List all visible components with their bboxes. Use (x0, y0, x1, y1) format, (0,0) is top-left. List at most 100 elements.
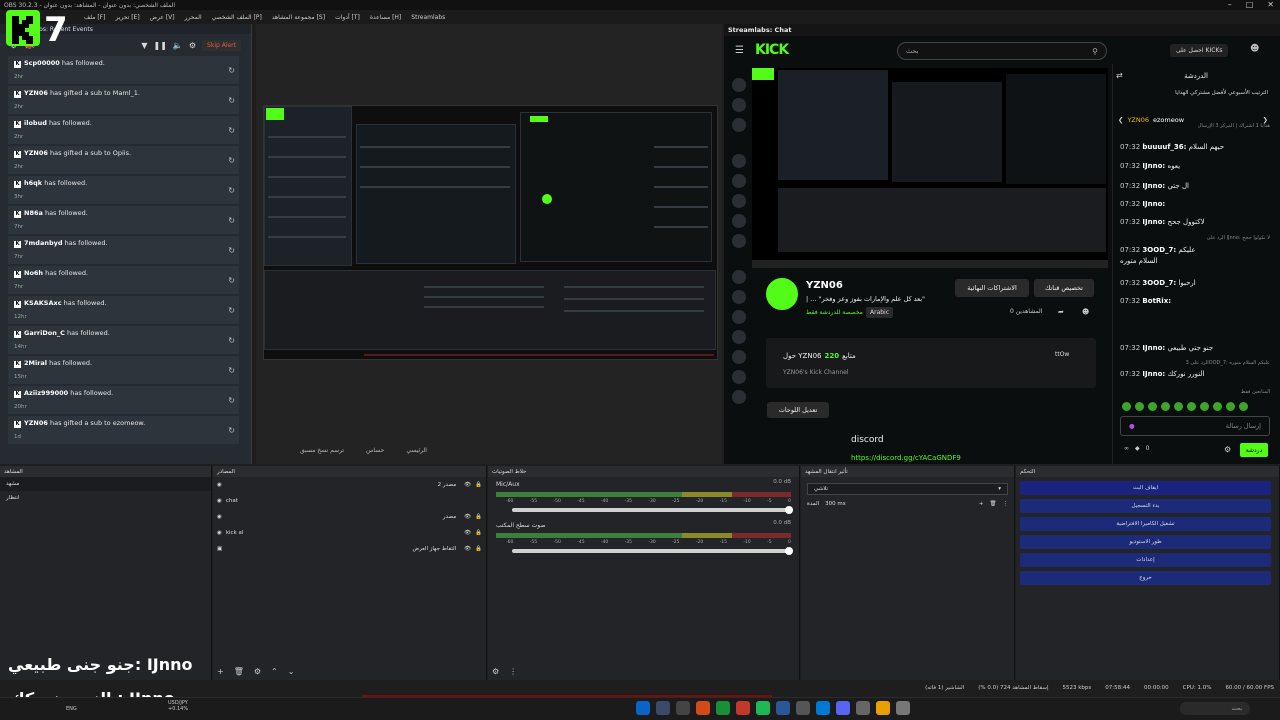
chat-user[interactable]: IJnno: (1142, 218, 1165, 226)
points-icon[interactable]: ◆ (1135, 445, 1140, 452)
settings-button[interactable]: إعدادات (1020, 553, 1271, 567)
language-indicator[interactable]: ENG (66, 706, 77, 712)
kick-logo[interactable]: KICK (755, 42, 789, 58)
menu-profile[interactable]: الملف الشخصي [P] (212, 14, 262, 21)
start-recording-button[interactable]: بدء التسجيل (1020, 499, 1271, 513)
replay-icon[interactable]: ↻ (228, 126, 235, 135)
taskbar-search[interactable]: بحث (1180, 702, 1250, 715)
chat-user[interactable]: BotRix: (1142, 297, 1171, 305)
chat-user[interactable]: IJnno: (1142, 182, 1165, 190)
folder-icon[interactable] (876, 701, 890, 715)
menu-view[interactable]: عرض [V] (150, 14, 175, 21)
chat-message[interactable]: 07:32 IJnno: جنو جتي طبيعي (1120, 344, 1270, 352)
player-controls[interactable] (752, 260, 1108, 268)
person-icon[interactable]: ☻ (1082, 308, 1089, 316)
menu-tools[interactable]: أدوات [T] (335, 14, 360, 21)
replay-icon[interactable]: ↻ (228, 66, 235, 75)
mixer-settings-icon[interactable]: ⚙ (492, 667, 499, 676)
menu-dots-icon[interactable]: ⋮ (509, 667, 517, 676)
visibility-icon[interactable]: 👁 (464, 514, 471, 520)
channel-avatar-icon[interactable] (732, 370, 746, 384)
obs-icon[interactable] (676, 701, 690, 715)
menu-dots-icon[interactable]: ⋮ (1003, 501, 1009, 507)
discord-icon[interactable] (836, 701, 850, 715)
chat-settings-icon[interactable]: ⚙ (1224, 445, 1231, 454)
steam-icon[interactable] (656, 701, 670, 715)
app-icon[interactable] (896, 701, 910, 715)
emoji-icon[interactable]: ● (1129, 422, 1135, 430)
lock-icon[interactable]: 🔒 (475, 546, 482, 552)
transition-select[interactable]: تلاشي ▾ (807, 483, 1008, 495)
channel-avatar-icon[interactable] (732, 330, 746, 344)
channel-avatar[interactable] (766, 278, 798, 310)
replay-icon[interactable]: ↻ (228, 396, 235, 405)
chat-message[interactable]: 07:32 IJnno: ال جتي (1120, 182, 1270, 190)
source-item[interactable]: ▣ التقاط جهاز العرض 👁 🔒 (213, 541, 486, 557)
volume-slider[interactable] (512, 547, 793, 555)
skip-alert-button[interactable]: Skip Alert (202, 39, 241, 51)
chat-user[interactable]: IJnno: (1142, 200, 1165, 208)
app-icon[interactable] (796, 701, 810, 715)
menu-edit[interactable]: تحرير [E] (115, 14, 139, 21)
channel-category[interactable]: مخصصة للدردشة فقط (806, 309, 863, 316)
app-icon[interactable] (856, 701, 870, 715)
lock-icon[interactable]: 🔒 (475, 530, 482, 536)
user-icon[interactable]: ☻ (1250, 44, 1259, 54)
spotify-icon[interactable] (756, 701, 770, 715)
chat-input[interactable]: ● إرسال رسالة (1120, 416, 1270, 436)
channel-avatar-icon[interactable] (732, 174, 746, 188)
pause-icon[interactable]: ❚❚ (154, 41, 167, 50)
up-icon[interactable]: ⌃ (271, 667, 278, 676)
emote-icon[interactable] (1148, 401, 1157, 411)
home-icon[interactable] (732, 78, 746, 92)
trash-icon[interactable]: 🗑 (234, 667, 244, 676)
channel-name[interactable]: YZN06 (806, 280, 843, 291)
chat-message[interactable]: 07:32 IJnno: (1120, 200, 1270, 208)
app-icon[interactable] (776, 701, 790, 715)
subscriptions-button[interactable]: الاشتراكات النهائية (955, 279, 1029, 297)
tiktok-link[interactable]: ttOw (1055, 351, 1069, 358)
emote-icon[interactable] (1200, 401, 1209, 411)
stream-player[interactable] (752, 68, 1108, 268)
emote-icon[interactable] (1122, 401, 1131, 411)
add-transition-icon[interactable]: + (979, 501, 984, 507)
menu-scene-collection[interactable]: مجموعة المشاهد [S] (272, 14, 325, 21)
emote-icon[interactable] (1174, 401, 1183, 411)
channel-avatar-icon[interactable] (732, 270, 746, 284)
close-icon[interactable]: ✕ (1267, 0, 1274, 9)
share-icon[interactable]: ➦ (1058, 308, 1064, 316)
source-item[interactable]: ◉ مصدر 👁 🔒 (213, 509, 486, 525)
channel-avatar-icon[interactable] (732, 290, 746, 304)
chat-user[interactable]: buuuuf_36: (1142, 143, 1186, 151)
studio-mode-button[interactable]: طور الاستوديو (1020, 535, 1271, 549)
visibility-icon[interactable]: 👁 (464, 546, 471, 552)
chat-user[interactable]: IJnno: (1142, 162, 1165, 170)
stop-streaming-button[interactable]: ايقاف البث (1020, 481, 1271, 495)
trash-icon[interactable]: 🗑 (990, 501, 997, 507)
replay-icon[interactable]: ↻ (228, 246, 235, 255)
discord-link[interactable]: https://discord.gg/cYACaGNDF9 (851, 454, 961, 462)
minimize-icon[interactable]: – (1228, 0, 1232, 9)
chat-message[interactable]: 07:32 3OOD_7: عليكم (1120, 246, 1270, 254)
replay-icon[interactable]: ↻ (228, 336, 235, 345)
add-icon[interactable]: + (217, 667, 224, 676)
volume-icon[interactable]: 🔈 (173, 41, 183, 50)
chat-send-button[interactable]: دردشة (1240, 443, 1268, 457)
channel-avatar-icon[interactable] (732, 390, 746, 404)
replay-icon[interactable]: ↻ (228, 96, 235, 105)
scene-item[interactable]: مشهد (0, 477, 211, 491)
menu-file[interactable]: ملف [F] (84, 14, 105, 21)
language-tag[interactable]: Arabic (866, 307, 894, 318)
tab-sensitive[interactable]: حساس (366, 447, 384, 454)
tab-main[interactable]: الرئيسي (406, 447, 427, 454)
menu-help[interactable]: مساعدة [H] (370, 14, 401, 21)
stream-preview-canvas[interactable] (263, 105, 718, 360)
link-icon[interactable]: ∞ (1124, 445, 1129, 452)
channel-avatar-icon[interactable] (732, 234, 746, 248)
filter-icon[interactable]: ▼ (141, 41, 147, 50)
channel-avatar-icon[interactable] (732, 214, 746, 228)
exit-button[interactable]: خروج (1020, 571, 1271, 585)
search-input[interactable]: بحث ⚲ (897, 42, 1107, 60)
get-kicks-button[interactable]: احصل على KICKs (1170, 44, 1229, 57)
scene-item[interactable]: انتظار (0, 491, 211, 505)
